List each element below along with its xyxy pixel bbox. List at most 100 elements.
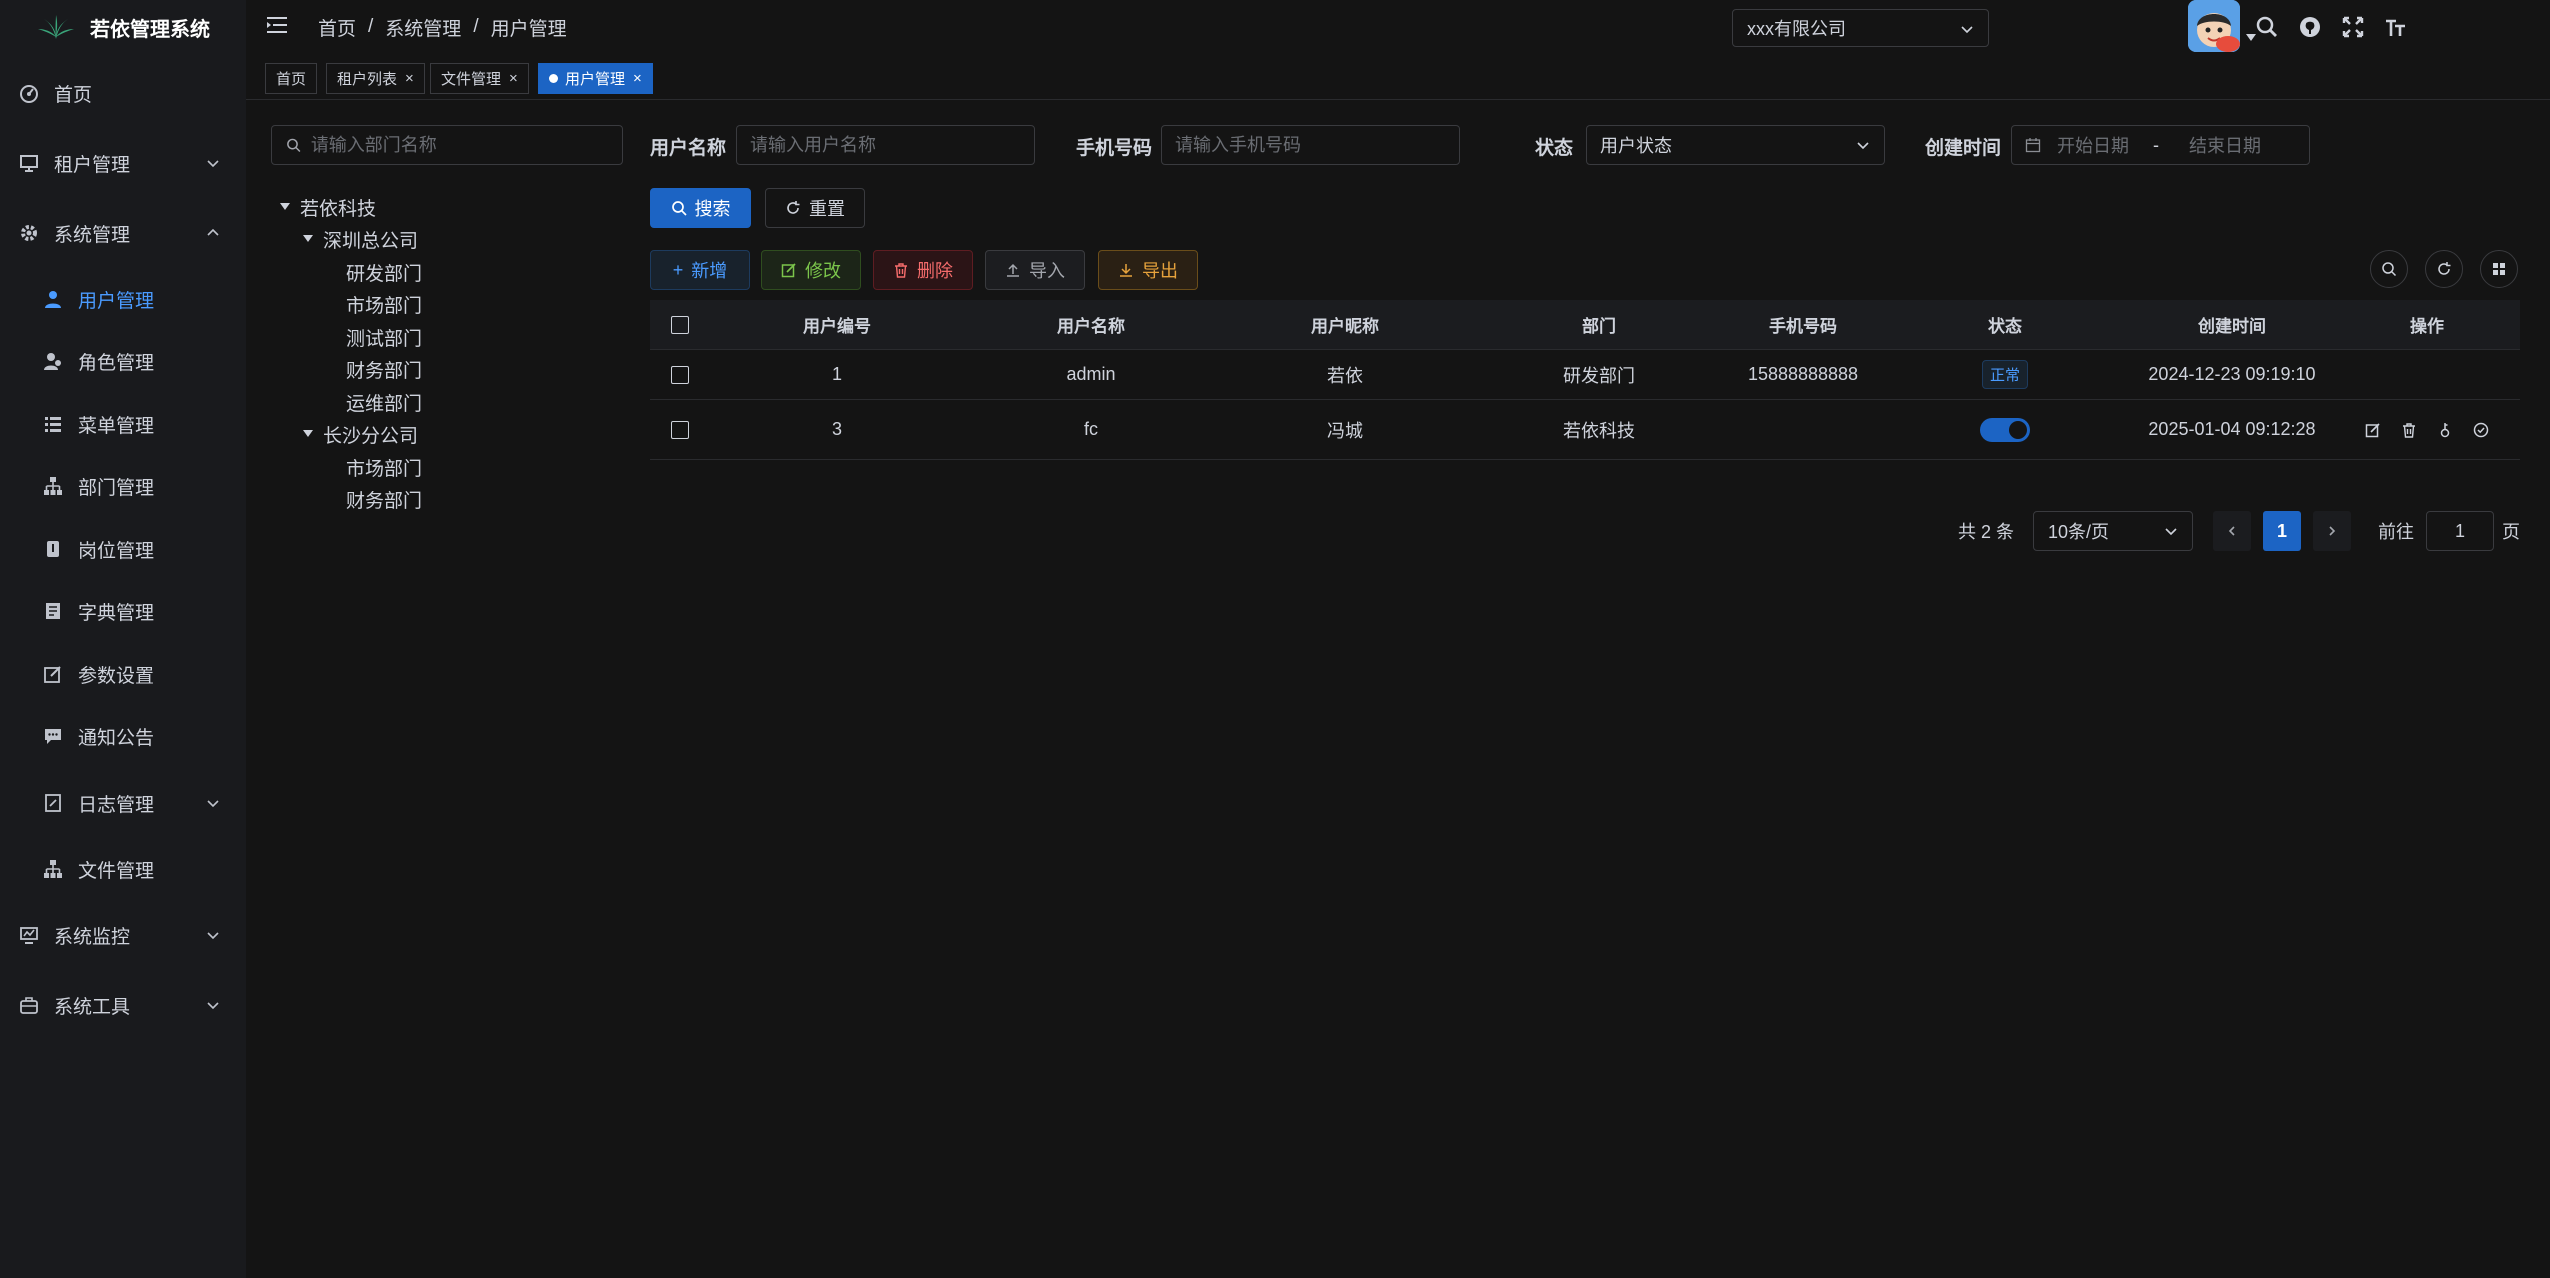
cell-username: admin: [1066, 364, 1116, 384]
tree-node[interactable]: 运维部门: [346, 386, 422, 418]
sidebar-item-menus[interactable]: 菜单管理: [0, 395, 246, 453]
sidebar-item-dicts[interactable]: 字典管理: [0, 582, 246, 640]
phone-field[interactable]: [1161, 125, 1460, 165]
tree-node-label: 研发部门: [346, 263, 423, 285]
sidebar-item-files[interactable]: 文件管理: [0, 840, 246, 898]
tag-tenant-list[interactable]: 租户列表 ×: [326, 63, 425, 94]
company-select[interactable]: xxx有限公司: [1732, 9, 1989, 47]
reset-button[interactable]: 重置: [765, 188, 865, 228]
tree-node-label: 若依科技: [300, 198, 377, 220]
toggle-search-button[interactable]: [2370, 250, 2408, 288]
avatar[interactable]: [2188, 0, 2240, 52]
column-header: 用户昵称: [1311, 317, 1379, 336]
sidebar-item-users[interactable]: 用户管理: [0, 270, 246, 328]
chevron-down-icon: [207, 932, 219, 940]
breadcrumb-home[interactable]: 首页: [318, 14, 356, 41]
sidebar-item-monitor[interactable]: 系统监控: [0, 906, 246, 964]
sidebar-item-logs[interactable]: 日志管理: [0, 774, 246, 832]
search-icon[interactable]: [2253, 13, 2281, 41]
refresh-button[interactable]: [2425, 250, 2463, 288]
font-size-icon[interactable]: [2382, 13, 2410, 41]
tree-node[interactable]: 测试部门: [346, 321, 422, 353]
delete-button[interactable]: 删除: [873, 250, 973, 290]
sidebar-item-depts[interactable]: 部门管理: [0, 457, 246, 515]
tag-home[interactable]: 首页: [265, 63, 318, 94]
dept-search[interactable]: [271, 125, 623, 165]
tree-node[interactable]: 若依科技: [280, 191, 376, 223]
edit-button[interactable]: 修改: [761, 250, 861, 290]
tree-node[interactable]: 财务部门: [346, 483, 422, 515]
edit-button-label: 修改: [805, 261, 841, 281]
start-date-placeholder[interactable]: 开始日期: [2057, 132, 2153, 158]
phone-input[interactable]: [1175, 134, 1459, 156]
post-icon: [42, 538, 64, 560]
sidebar-item-tenant[interactable]: 租户管理: [0, 134, 246, 192]
sidebar-item-system[interactable]: 系统管理: [0, 204, 246, 262]
page-1-button[interactable]: 1: [2263, 511, 2301, 551]
tree-node[interactable]: 深圳总公司: [303, 223, 418, 255]
sidebar-item-roles[interactable]: 角色管理: [0, 332, 246, 390]
hamburger-icon[interactable]: [266, 15, 288, 35]
sidebar-item-home[interactable]: 首页: [0, 64, 246, 122]
row-checkbox[interactable]: [671, 365, 689, 384]
delete-icon[interactable]: [2401, 422, 2417, 438]
edit-icon[interactable]: [2365, 422, 2381, 438]
close-icon[interactable]: ×: [509, 70, 518, 87]
caret-down-icon[interactable]: [280, 203, 290, 211]
sidebar-item-params[interactable]: 参数设置: [0, 645, 246, 703]
tag-file-management[interactable]: 文件管理 ×: [430, 63, 529, 94]
add-button[interactable]: + 新增: [650, 250, 750, 290]
toolbox-icon: [18, 994, 40, 1016]
tree-node[interactable]: 市场部门: [346, 288, 422, 320]
status-switch[interactable]: [1980, 417, 2030, 442]
close-icon[interactable]: ×: [633, 70, 642, 87]
page-size-select[interactable]: 10条/页: [2033, 511, 2193, 551]
tree-node[interactable]: 研发部门: [346, 256, 422, 288]
tree-node-label: 市场部门: [346, 295, 423, 317]
table-row[interactable]: 3 fc 冯城 若依科技 2025-01-04 09:12:28: [650, 400, 2520, 460]
tree-node[interactable]: 长沙分公司: [303, 418, 418, 450]
select-all-checkbox[interactable]: [671, 315, 689, 334]
status-select[interactable]: 用户状态: [1586, 125, 1885, 165]
dept-search-input[interactable]: [310, 134, 622, 156]
tree-node[interactable]: 财务部门: [346, 353, 422, 385]
date-range-picker[interactable]: 开始日期 - 结束日期: [2011, 125, 2310, 165]
goto-page-input[interactable]: 1: [2426, 511, 2494, 551]
github-icon[interactable]: [2296, 13, 2324, 41]
sidebar-item-posts[interactable]: 岗位管理: [0, 520, 246, 578]
end-date-placeholder[interactable]: 结束日期: [2189, 132, 2261, 158]
prev-page-button[interactable]: [2213, 511, 2251, 551]
export-button[interactable]: 导出: [1098, 250, 1198, 290]
breadcrumb: 首页 / 系统管理 / 用户管理: [318, 0, 567, 54]
username-field[interactable]: [736, 125, 1035, 165]
breadcrumb-system[interactable]: 系统管理: [385, 14, 461, 41]
column-header: 手机号码: [1769, 317, 1837, 336]
check-circle-icon[interactable]: [2473, 422, 2489, 438]
search-button[interactable]: 搜索: [650, 188, 751, 228]
next-page-button[interactable]: [2313, 511, 2351, 551]
tree-node[interactable]: 市场部门: [346, 451, 422, 483]
key-icon[interactable]: [2437, 422, 2453, 438]
sidebar-item-tools[interactable]: 系统工具: [0, 976, 246, 1034]
message-icon: [42, 725, 64, 747]
caret-down-icon[interactable]: [303, 235, 313, 243]
chevron-down-icon: [207, 160, 219, 168]
caret-down-icon[interactable]: [2246, 34, 2256, 42]
cell-user-id: 1: [831, 364, 842, 384]
refresh-icon: [787, 201, 800, 214]
close-icon[interactable]: ×: [405, 70, 414, 87]
table-row[interactable]: 1 admin 若依 研发部门 15888888888 正常 2024-12-2…: [650, 350, 2520, 400]
chevron-left-icon: [2228, 526, 2235, 536]
username-input[interactable]: [750, 134, 1034, 156]
row-checkbox[interactable]: [671, 420, 689, 439]
caret-down-icon[interactable]: [303, 430, 313, 438]
sidebar-item-notices[interactable]: 通知公告: [0, 707, 246, 765]
tag-user-management[interactable]: 用户管理 ×: [538, 63, 653, 94]
columns-button[interactable]: [2480, 250, 2518, 288]
column-header: 用户编号: [803, 317, 871, 336]
fullscreen-icon[interactable]: [2339, 13, 2367, 41]
tags-view: 首页 租户列表 × 文件管理 × 用户管理 ×: [246, 54, 2550, 100]
import-button[interactable]: 导入: [985, 250, 1085, 290]
cell-username: fc: [1083, 419, 1098, 439]
status-select-placeholder: 用户状态: [1600, 136, 1672, 156]
